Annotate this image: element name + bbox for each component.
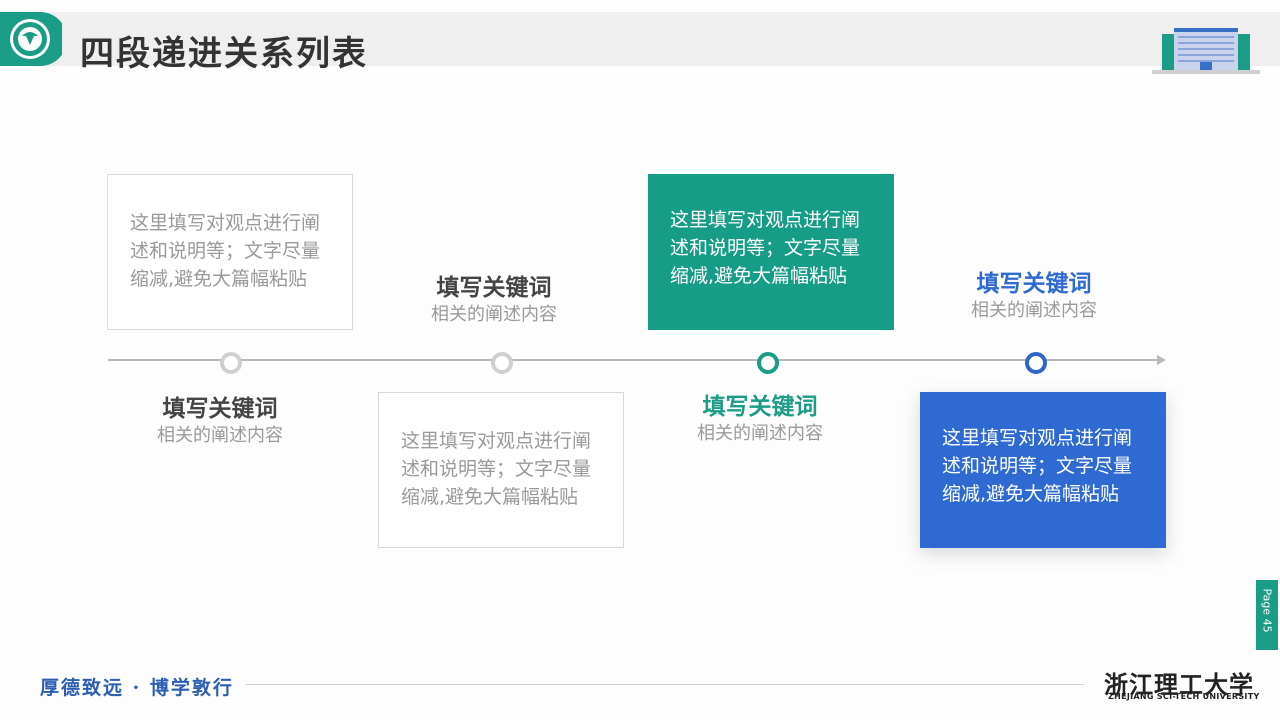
step-2-box-line: 述和说明等；文字尽量 (401, 458, 592, 480)
university-logo (0, 12, 67, 66)
step-3-desc: 相关的阐述内容 (697, 423, 823, 444)
step-2-box-line: 这里填写对观点进行阐 (401, 430, 592, 452)
step-3-box-line: 缩减,避免大篇幅粘贴 (670, 265, 848, 287)
step-3-text-box: 这里填写对观点进行阐 述和说明等；文字尽量 缩减,避免大篇幅粘贴 (648, 174, 894, 330)
step-1-keyword-group: 填写关键词 相关的阐述内容 (100, 394, 340, 448)
step-1-box-line: 缩减,避免大篇幅粘贴 (130, 268, 308, 290)
step-2-desc: 相关的阐述内容 (431, 304, 557, 325)
footer-divider (246, 684, 1084, 685)
step-2-keyword: 填写关键词 (436, 275, 552, 301)
timeline-arrow-icon (1157, 355, 1166, 365)
university-name-en: ZHEJIANG SCI-TECH UNIVERSITY (1108, 692, 1260, 701)
step-4-text-box: 这里填写对观点进行阐 述和说明等；文字尽量 缩减,避免大篇幅粘贴 (920, 392, 1166, 548)
step-3-box-line: 述和说明等；文字尽量 (670, 237, 861, 259)
step-3-box-line: 这里填写对观点进行阐 (670, 209, 861, 231)
step-4-box-line: 述和说明等；文字尽量 (942, 455, 1133, 477)
step-3-keyword: 填写关键词 (702, 394, 818, 420)
step-1-box-line: 这里填写对观点进行阐 (130, 212, 321, 234)
step-4-desc: 相关的阐述内容 (971, 300, 1097, 321)
step-3-keyword-group: 填写关键词 相关的阐述内容 (640, 392, 880, 446)
step-1-node (220, 352, 242, 374)
page-title: 四段递进关系列表 (80, 34, 368, 74)
page-number-tab: Page 45 (1256, 580, 1278, 650)
step-4-box-line: 缩减,避免大篇幅粘贴 (942, 483, 1120, 505)
step-3-node (757, 352, 779, 374)
step-2-box-line: 缩减,避免大篇幅粘贴 (401, 486, 579, 508)
step-1-desc: 相关的阐述内容 (157, 425, 283, 446)
step-4-node (1025, 352, 1047, 374)
step-4-box-line: 这里填写对观点进行阐 (942, 427, 1133, 449)
step-1-keyword: 填写关键词 (162, 396, 278, 422)
step-2-node (491, 352, 513, 374)
header-bar: 四段递进关系列表 (0, 12, 1280, 74)
step-4-keyword: 填写关键词 (976, 271, 1092, 297)
page-number: Page 45 (1260, 588, 1274, 633)
step-1-text-box: 这里填写对观点进行阐 述和说明等；文字尽量 缩减,避免大篇幅粘贴 (107, 174, 353, 330)
step-2-keyword-group: 填写关键词 相关的阐述内容 (374, 273, 614, 327)
step-2-text-box: 这里填写对观点进行阐 述和说明等；文字尽量 缩减,避免大篇幅粘贴 (378, 392, 624, 548)
step-4-keyword-group: 填写关键词 相关的阐述内容 (914, 269, 1154, 323)
timeline-line (108, 359, 1160, 361)
university-motto: 厚德致远 · 博学敦行 (40, 677, 234, 699)
step-1-box-line: 述和说明等；文字尽量 (130, 240, 321, 262)
building-icon (1152, 26, 1260, 76)
